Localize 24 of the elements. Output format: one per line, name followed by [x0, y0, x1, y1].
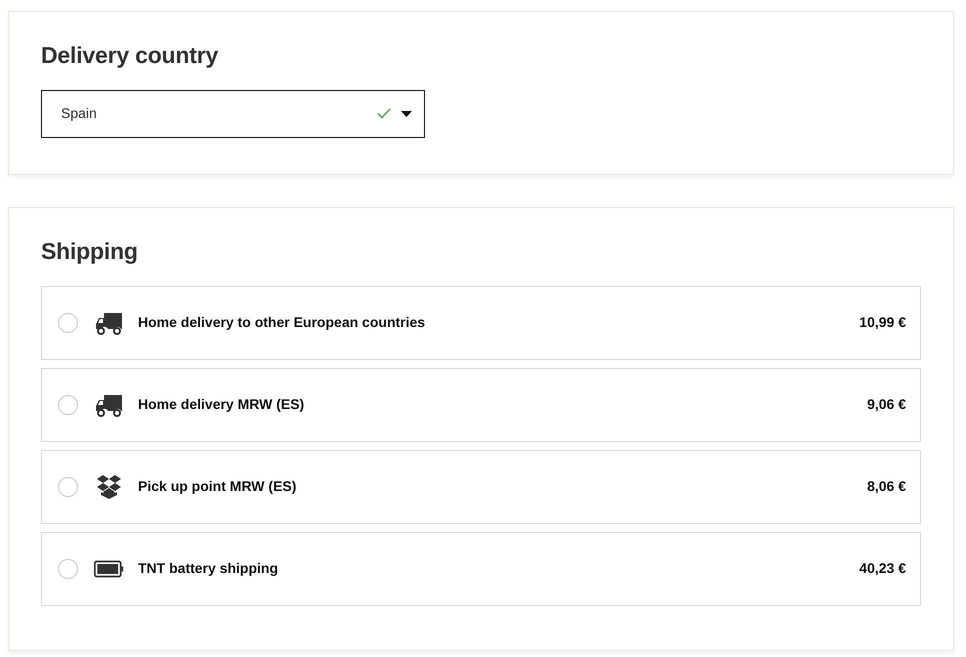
truck-icon [95, 310, 123, 335]
option-price: 8,06 € [867, 477, 906, 496]
option-price: 9,06 € [867, 395, 906, 414]
country-select[interactable]: Spain [41, 90, 425, 138]
radio-button[interactable] [58, 394, 78, 415]
boxes-icon [96, 474, 122, 499]
shipping-option[interactable]: TNT battery shipping 40,23 € [41, 532, 921, 606]
option-price: 10,99 € [859, 313, 906, 332]
section-title: Shipping [41, 238, 139, 266]
option-price: 40,23 € [859, 559, 906, 578]
shipping-option[interactable]: Home delivery MRW (ES) 9,06 € [41, 368, 921, 442]
caret-icon [401, 110, 412, 117]
option-label: Pick up point MRW (ES) [138, 477, 296, 496]
radio-button[interactable] [58, 312, 78, 333]
radio-button[interactable] [58, 476, 78, 497]
battery-icon [94, 558, 124, 579]
section-title: Delivery country [41, 42, 220, 70]
shipping-option[interactable]: Home delivery to other European countries 10,99 € [41, 286, 921, 360]
shipping-option[interactable]: Pick up point MRW (ES) 8,06 € [41, 450, 921, 524]
radio-button[interactable] [58, 558, 78, 579]
option-label: Home delivery MRW (ES) [138, 395, 304, 414]
option-label: Home delivery to other European countries [138, 313, 426, 332]
truck-icon [95, 392, 123, 417]
option-label: TNT battery shipping [138, 559, 278, 578]
